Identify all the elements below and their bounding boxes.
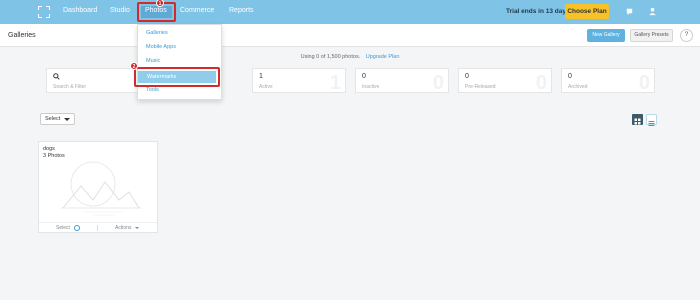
nav-dashboard[interactable]: Dashboard — [63, 7, 97, 14]
stat-watermark-number: 0 — [432, 72, 444, 94]
menu-item-watermarks[interactable]: Watermarks — [138, 71, 216, 83]
search-placeholder: Search & Filter — [53, 84, 87, 90]
stat-label: Active — [259, 84, 273, 90]
stat-watermark-number: 0 — [535, 72, 547, 94]
photos-dropdown-menu: Galleries Mobile Apps Music Tools — [137, 24, 222, 100]
nav-photos[interactable]: Photos — [145, 7, 167, 14]
top-navigation-bar: Dashboard Studio Photos 1 Commerce Repor… — [0, 0, 700, 24]
grid-view-icon[interactable] — [632, 114, 643, 125]
stat-label: Pre-Released — [465, 84, 496, 90]
list-view-icon[interactable] — [646, 114, 657, 126]
bulk-select-label: Select — [45, 116, 61, 122]
search-filter-card[interactable]: Search & Filter — [46, 68, 138, 93]
new-gallery-button[interactable]: New Gallery — [587, 29, 625, 42]
menu-item-tools[interactable]: Tools — [146, 87, 159, 93]
chevron-down-icon — [135, 227, 139, 229]
stat-value: 0 — [362, 73, 366, 80]
gallery-title: dogs — [43, 146, 55, 152]
stat-card-archived[interactable]: 0 Archived 0 — [561, 68, 655, 94]
upgrade-plan-link[interactable]: Upgrade Plan — [366, 54, 400, 60]
stat-card-inactive[interactable]: 0 Inactive 0 — [355, 68, 449, 94]
watermarks-highlight-box: Watermarks — [134, 67, 220, 87]
stat-watermark-number: 0 — [638, 72, 650, 94]
page-header: Galleries New Gallery Gallery Presets ? — [0, 24, 700, 47]
chevron-down-icon — [64, 118, 70, 121]
stat-watermark-number: 1 — [329, 72, 341, 94]
bulk-select-dropdown[interactable]: Select — [40, 113, 75, 125]
search-icon — [53, 73, 60, 80]
nav-studio[interactable]: Studio — [110, 7, 130, 14]
nav-reports[interactable]: Reports — [229, 7, 254, 14]
usage-info: Using 0 of 1,500 photos. Upgrade Plan — [0, 54, 700, 60]
page-title: Galleries — [8, 32, 36, 39]
step-badge-2: 2 — [130, 62, 138, 70]
menu-item-music[interactable]: Music — [146, 58, 160, 64]
stat-value: 0 — [465, 73, 469, 80]
gallery-placeholder-image-icon — [61, 161, 141, 216]
stat-label: Inactive — [362, 84, 380, 90]
stat-card-pre-released[interactable]: 0 Pre-Released 0 — [458, 68, 552, 94]
divider — [97, 225, 98, 231]
gallery-presets-button[interactable]: Gallery Presets — [630, 29, 673, 42]
stat-value: 0 — [568, 73, 572, 80]
stat-card-active[interactable]: 1 Active 1 — [252, 68, 346, 94]
logo-icon[interactable] — [38, 6, 50, 18]
nav-commerce[interactable]: Commerce — [180, 7, 214, 14]
usage-text: Using 0 of 1,500 photos. — [300, 54, 361, 60]
notification-icon[interactable] — [625, 7, 634, 16]
menu-item-watermarks-label: Watermarks — [147, 74, 177, 80]
gallery-card-footer: Select Actions — [39, 222, 157, 232]
select-checkbox-icon[interactable] — [74, 225, 80, 231]
stat-value: 1 — [259, 73, 263, 80]
user-icon[interactable] — [648, 7, 657, 16]
help-button[interactable]: ? — [680, 29, 693, 42]
trial-text: Trial ends in 13 days — [506, 8, 570, 15]
menu-item-galleries[interactable]: Galleries — [146, 30, 168, 36]
stat-label: Archived — [568, 84, 588, 90]
gallery-actions-button[interactable]: Actions — [115, 225, 131, 231]
gallery-card[interactable]: dogs 3 Photos Select Actions — [38, 141, 158, 233]
choose-plan-button[interactable]: Choose Plan — [565, 4, 609, 19]
gallery-select-label[interactable]: Select — [56, 225, 70, 231]
menu-item-mobile-apps[interactable]: Mobile Apps — [146, 44, 176, 50]
